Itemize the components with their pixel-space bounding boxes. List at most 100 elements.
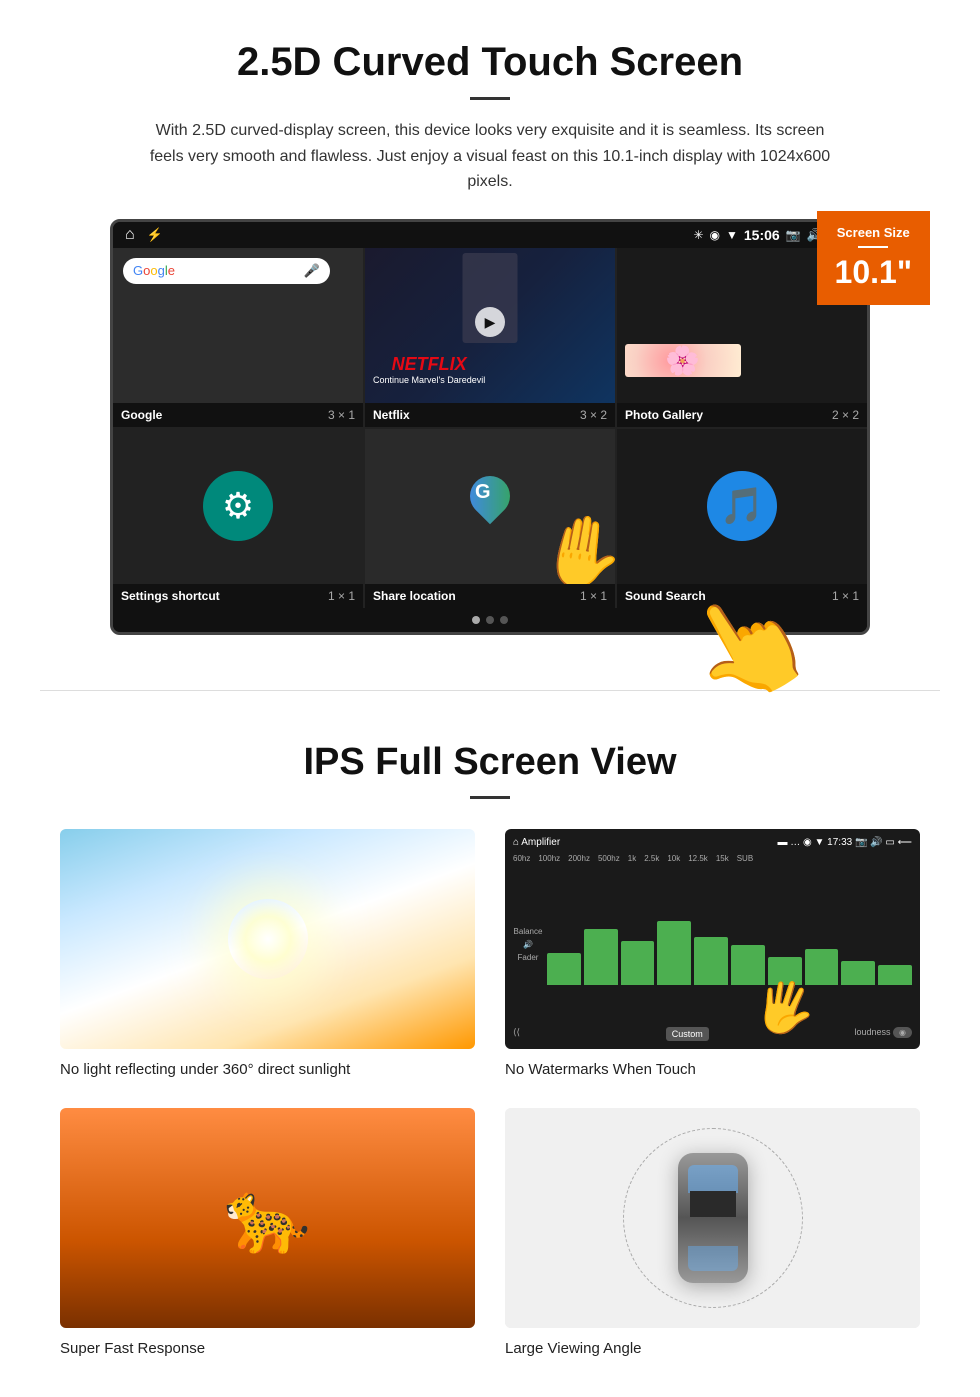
share-app-name: Share location bbox=[373, 589, 456, 603]
section-ips-view: IPS Full Screen View No light reflecting… bbox=[0, 721, 980, 1397]
feature-car: Large Viewing Angle bbox=[505, 1108, 920, 1357]
app-cell-sound-search[interactable]: 🎵 Sound Search 1 × 1 bbox=[617, 429, 867, 608]
netflix-branding: NETFLIX Continue Marvel's Daredevil bbox=[373, 354, 485, 385]
bar-8 bbox=[805, 949, 839, 985]
pagination-dots bbox=[113, 608, 867, 632]
dot-1 bbox=[472, 616, 480, 624]
location-icon: ◉ bbox=[710, 228, 720, 242]
car-roof bbox=[690, 1191, 736, 1217]
cheetah-scene: 🐆 bbox=[60, 1108, 475, 1328]
bar-5 bbox=[694, 937, 728, 985]
photos-app-name: Photo Gallery bbox=[625, 408, 703, 422]
sunlight-caption: No light reflecting under 360° direct su… bbox=[60, 1061, 475, 1078]
app-cell-netflix[interactable]: ▶ NETFLIX Continue Marvel's Daredevil Ne… bbox=[365, 248, 615, 427]
share-location-cell-inner: G 🤚 bbox=[365, 429, 615, 584]
amp-freq-labels: 60hz100hz200hz500hz1k2.5k10k12.5k15kSUB bbox=[513, 854, 912, 863]
amplifier-image: ⌂ Amplifier ▬ … ◉ ▼ 17:33 📷 🔊 ▭ ⟵ 60hz10… bbox=[505, 829, 920, 1049]
bar-2 bbox=[584, 929, 618, 985]
screen-size-badge: Screen Size 10.1" bbox=[817, 211, 930, 305]
bar-9 bbox=[841, 961, 875, 985]
amplifier-caption: No Watermarks When Touch bbox=[505, 1061, 920, 1078]
home-icon: ⌂ bbox=[125, 226, 135, 244]
dot-3 bbox=[500, 616, 508, 624]
settings-cell-inner: ⚙ bbox=[113, 429, 363, 584]
share-label-row: Share location 1 × 1 bbox=[365, 584, 615, 608]
usb-icon: ⚡ bbox=[147, 227, 163, 243]
bar-3 bbox=[621, 941, 655, 985]
photos-app-size: 2 × 2 bbox=[832, 408, 859, 422]
netflix-app-size: 3 × 2 bbox=[580, 408, 607, 422]
sunlight-image bbox=[60, 829, 475, 1049]
car-rear-window bbox=[688, 1246, 738, 1271]
amp-bars bbox=[547, 905, 912, 985]
google-search-bar[interactable]: Google 🎤 bbox=[123, 258, 330, 284]
amp-header: ⌂ Amplifier ▬ … ◉ ▼ 17:33 📷 🔊 ▭ ⟵ bbox=[513, 837, 912, 848]
bar-1 bbox=[547, 953, 581, 985]
status-time: 15:06 bbox=[744, 227, 780, 243]
sun-glare bbox=[228, 899, 308, 979]
cheetah-image: 🐆 bbox=[60, 1108, 475, 1328]
amp-controls: Balance 🔊 Fader bbox=[513, 867, 912, 1023]
netflix-logo: NETFLIX bbox=[373, 354, 485, 375]
maps-icon: G bbox=[465, 476, 515, 536]
sound-app-name: Sound Search bbox=[625, 589, 706, 603]
badge-label: Screen Size bbox=[835, 225, 912, 240]
car-windshield bbox=[688, 1165, 738, 1193]
google-app-name: Google bbox=[121, 408, 162, 422]
photos-label-row: Photo Gallery 2 × 2 bbox=[617, 403, 867, 427]
section1-description: With 2.5D curved-display screen, this de… bbox=[140, 118, 840, 195]
dot-2 bbox=[486, 616, 494, 624]
section-divider bbox=[40, 690, 940, 691]
sound-app-size: 1 × 1 bbox=[832, 589, 859, 603]
settings-app-size: 1 × 1 bbox=[328, 589, 355, 603]
app-cell-share-location[interactable]: G 🤚 Share location 1 × 1 bbox=[365, 429, 615, 608]
section2-title: IPS Full Screen View bbox=[60, 741, 920, 784]
share-app-size: 1 × 1 bbox=[580, 589, 607, 603]
netflix-label-row: Netflix 3 × 2 bbox=[365, 403, 615, 427]
photo-thumb-3: 🌸 bbox=[625, 344, 741, 377]
amp-screen: ⌂ Amplifier ▬ … ◉ ▼ 17:33 📷 🔊 ▭ ⟵ 60hz10… bbox=[505, 829, 920, 1049]
bar-10 bbox=[878, 965, 912, 985]
sound-search-cell-inner: 🎵 bbox=[617, 429, 867, 584]
sound-label-row: Sound Search 1 × 1 bbox=[617, 584, 867, 608]
feature-sunlight: No light reflecting under 360° direct su… bbox=[60, 829, 475, 1078]
mic-icon[interactable]: 🎤 bbox=[304, 263, 320, 279]
bluetooth-icon: ✳ bbox=[693, 228, 703, 242]
car-body bbox=[678, 1153, 748, 1283]
section1-title: 2.5D Curved Touch Screen bbox=[60, 40, 920, 85]
amp-footer: ⟨⟨ Custom loudness ◉ bbox=[513, 1027, 912, 1041]
netflix-subtitle: Continue Marvel's Daredevil bbox=[373, 375, 485, 385]
bar-4 bbox=[657, 921, 691, 985]
pointing-hand: 🤚 bbox=[531, 505, 615, 584]
app-grid: Google 🎤 Google 3 × 1 bbox=[113, 248, 867, 608]
section2-divider bbox=[470, 796, 510, 799]
netflix-play-button[interactable]: ▶ bbox=[475, 307, 505, 337]
custom-btn[interactable]: Custom bbox=[666, 1027, 709, 1041]
car-top-view bbox=[505, 1108, 920, 1328]
google-label-row: Google 3 × 1 bbox=[113, 403, 363, 427]
badge-size: 10.1" bbox=[835, 254, 912, 290]
section-curved-screen: 2.5D Curved Touch Screen With 2.5D curve… bbox=[0, 0, 980, 660]
sound-icon: 🎵 bbox=[707, 471, 777, 541]
settings-label-row: Settings shortcut 1 × 1 bbox=[113, 584, 363, 608]
google-cell-inner: Google 🎤 bbox=[113, 248, 363, 403]
device-frame: ⌂ ⚡ ✳ ◉ ▼ 15:06 📷 🔊 ✕ ▭ bbox=[110, 219, 870, 635]
car-image bbox=[505, 1108, 920, 1328]
settings-app-name: Settings shortcut bbox=[121, 589, 220, 603]
feature-cheetah: 🐆 Super Fast Response bbox=[60, 1108, 475, 1357]
status-bar: ⌂ ⚡ ✳ ◉ ▼ 15:06 📷 🔊 ✕ ▭ bbox=[113, 222, 867, 248]
badge-divider bbox=[858, 246, 888, 248]
feature-grid: No light reflecting under 360° direct su… bbox=[60, 829, 920, 1357]
car-caption: Large Viewing Angle bbox=[505, 1340, 920, 1357]
cheetah-caption: Super Fast Response bbox=[60, 1340, 475, 1357]
title-divider bbox=[470, 97, 510, 100]
feature-amplifier: ⌂ Amplifier ▬ … ◉ ▼ 17:33 📷 🔊 ▭ ⟵ 60hz10… bbox=[505, 829, 920, 1078]
netflix-app-name: Netflix bbox=[373, 408, 410, 422]
signal-icon: ▼ bbox=[726, 228, 738, 242]
google-app-size: 3 × 1 bbox=[328, 408, 355, 422]
app-cell-settings[interactable]: ⚙ Settings shortcut 1 × 1 bbox=[113, 429, 363, 608]
settings-icon: ⚙ bbox=[203, 471, 273, 541]
device-mockup-wrapper: Screen Size 10.1" ⌂ ⚡ ✳ ◉ ▼ 15:06 📷 🔊 ✕ … bbox=[110, 219, 870, 635]
app-cell-google[interactable]: Google 🎤 Google 3 × 1 bbox=[113, 248, 363, 427]
google-logo: Google bbox=[133, 263, 175, 278]
